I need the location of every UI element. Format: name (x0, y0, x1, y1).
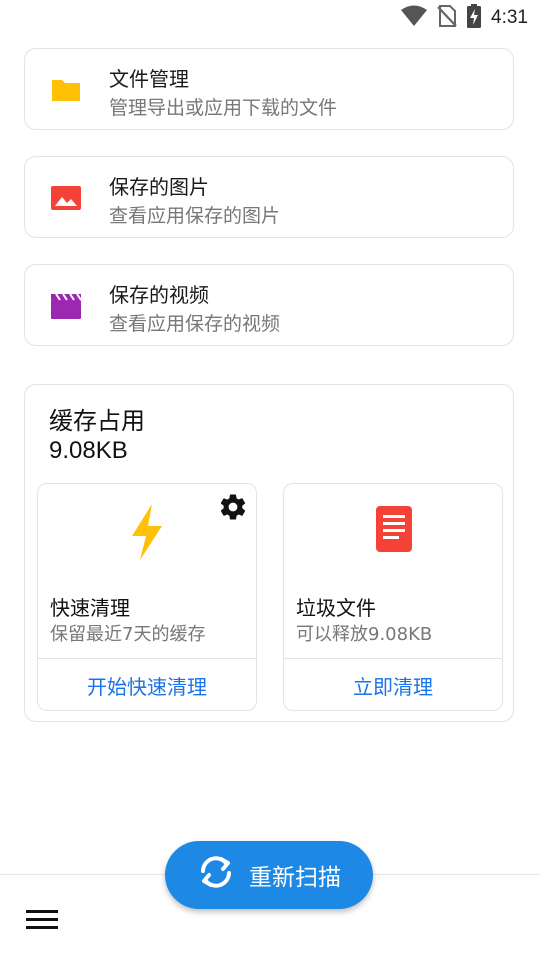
cache-panel: 缓存占用 9.08KB 快速清理 保留最近7天的缓存 开始快速清理 垃圾文件 可… (24, 384, 514, 722)
card-subtitle: 管理导出或应用下载的文件 (109, 97, 338, 119)
folder-icon (51, 75, 81, 105)
no-sim-icon (437, 4, 457, 32)
cache-title: 缓存占用 (49, 407, 145, 435)
card-subtitle: 查看应用保存的图片 (109, 205, 281, 227)
quick-clean-title: 快速清理 (50, 596, 130, 620)
rescan-button[interactable]: 重新扫描 (165, 841, 373, 909)
saved-videos-card[interactable]: 保存的视频 查看应用保存的视频 (24, 264, 514, 346)
quick-clean-card[interactable]: 快速清理 保留最近7天的缓存 开始快速清理 (37, 483, 257, 711)
clean-now-button[interactable]: 立即清理 (284, 658, 502, 712)
wifi-icon (401, 5, 428, 31)
cache-size: 9.08KB (49, 437, 128, 464)
lightning-icon (122, 502, 172, 562)
card-title: 保存的视频 (109, 283, 209, 307)
image-icon (51, 183, 81, 213)
card-subtitle: 查看应用保存的视频 (109, 313, 281, 335)
quick-clean-description: 保留最近7天的缓存 (50, 624, 206, 645)
file-manager-card[interactable]: 文件管理 管理导出或应用下载的文件 (24, 48, 514, 130)
rescan-label: 重新扫描 (249, 865, 341, 891)
document-icon (374, 504, 414, 554)
menu-icon[interactable] (26, 909, 58, 931)
junk-files-card[interactable]: 垃圾文件 可以释放9.08KB 立即清理 (283, 483, 503, 711)
video-clapper-icon (51, 291, 82, 321)
start-quick-clean-button[interactable]: 开始快速清理 (38, 658, 256, 712)
refresh-icon (197, 853, 235, 897)
gear-icon[interactable] (218, 492, 248, 522)
status-icons: 4:31 (401, 4, 528, 32)
status-time: 4:31 (491, 7, 528, 28)
card-title: 文件管理 (109, 67, 189, 91)
junk-files-description: 可以释放9.08KB (296, 624, 433, 645)
status-bar: 4:31 (0, 0, 540, 36)
battery-charging-icon (467, 4, 482, 32)
screen: 4:31 文件管理 管理导出或应用下载的文件 保存的图片 查看应用保存的图片 保… (0, 0, 540, 960)
card-title: 保存的图片 (109, 175, 209, 199)
saved-images-card[interactable]: 保存的图片 查看应用保存的图片 (24, 156, 514, 238)
junk-files-title: 垃圾文件 (296, 596, 376, 620)
